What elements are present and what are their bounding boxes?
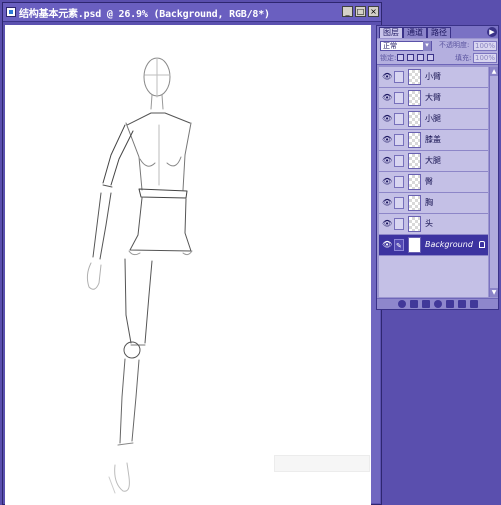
eye-icon[interactable]: 👁 [382,136,392,144]
link-slot[interactable] [394,155,404,167]
maximize-button[interactable]: □ [355,6,366,17]
layer-list: 👁 小臂 👁 大臂 👁 小腿 👁 膝盖 👁 大腿 👁 臀 👁 胸 👁 头 👁 ✎… [379,67,488,297]
palette-bottom-bar [377,298,498,309]
opacity-label: 不透明度: [439,41,470,49]
lock-transparency-icon[interactable] [397,54,404,61]
link-slot[interactable] [394,113,404,125]
layer-thumbnail [408,153,421,169]
layer-thumbnail [408,195,421,211]
lock-label: 锁定: [380,54,397,62]
layer-thumbnail [408,69,421,85]
opacity-field[interactable]: 100% [473,41,497,51]
minimize-button[interactable]: _ [342,6,353,17]
figure-sketch [86,57,193,494]
layer-row[interactable]: 👁 大腿 [379,151,488,172]
eye-icon[interactable]: 👁 [382,115,392,123]
lock-icon [479,241,485,248]
layer-row-background[interactable]: 👁 ✎ Background [379,235,488,256]
fill-field[interactable]: 100% [473,53,497,63]
lock-position-icon[interactable] [417,54,424,61]
close-button[interactable]: × [368,6,379,17]
layer-name: 臀 [425,177,433,186]
eye-icon[interactable]: 👁 [382,94,392,102]
link-slot[interactable] [394,92,404,104]
layer-thumbnail [408,132,421,148]
trash-icon[interactable] [469,300,478,308]
link-slot[interactable] [394,71,404,83]
layer-thumbnail [408,90,421,106]
palette-menu-icon[interactable]: ▶ [487,27,497,37]
layer-name: 膝盖 [425,135,441,144]
layer-name: Background [425,240,473,249]
eye-icon[interactable]: 👁 [382,157,392,165]
tab-layers[interactable]: 图层 [379,27,403,38]
adjustment-layer-icon[interactable] [433,300,442,308]
layer-name: 头 [425,219,433,228]
eye-icon[interactable]: 👁 [382,73,392,81]
watermark [274,455,370,472]
sketch-lines [86,57,193,494]
link-slot[interactable]: ✎ [394,239,404,251]
eye-icon[interactable]: 👁 [382,178,392,186]
blend-mode-select[interactable]: 正常 [380,41,432,51]
tab-paths[interactable]: 路径 [427,27,451,38]
scroll-up-icon[interactable]: ▲ [490,67,498,76]
new-group-icon[interactable] [445,300,454,308]
layers-scrollbar[interactable]: ▲ ▼ [489,67,498,297]
layer-thumbnail [408,216,421,232]
layer-options: 正常 不透明度: 100% 锁定: 填充: 100% [377,39,498,65]
layer-row[interactable]: 👁 小臂 [379,67,488,88]
document-titlebar[interactable]: 结构基本元素.psd @ 26.9% (Background, RGB/8*) … [3,3,381,22]
layer-name: 小腿 [425,114,441,123]
layer-name: 胸 [425,198,433,207]
eye-icon[interactable]: 👁 [382,241,392,249]
document-window: 结构基本元素.psd @ 26.9% (Background, RGB/8*) … [2,2,382,505]
layer-row[interactable]: 👁 小腿 [379,109,488,130]
layer-row[interactable]: 👁 臀 [379,172,488,193]
eye-icon[interactable]: 👁 [382,199,392,207]
brush-icon: ✎ [396,242,402,250]
link-slot[interactable] [394,197,404,209]
layer-name: 大腿 [425,156,441,165]
link-slot[interactable] [394,134,404,146]
layer-row[interactable]: 👁 大臂 [379,88,488,109]
fill-label: 填充: [455,54,472,62]
layer-name: 大臂 [425,93,441,102]
layer-mask-icon[interactable] [421,300,430,308]
new-layer-icon[interactable] [457,300,466,308]
link-layers-icon[interactable] [397,300,406,308]
scroll-down-icon[interactable]: ▼ [490,288,498,297]
layer-name: 小臂 [425,72,441,81]
layer-row[interactable]: 👁 胸 [379,193,488,214]
link-slot[interactable] [394,218,404,230]
lock-pixels-icon[interactable] [407,54,414,61]
palette-tabbar: 图层 通道 路径 ▶ [377,26,498,38]
layer-thumbnail [408,111,421,127]
layer-thumbnail [408,237,421,253]
layer-row[interactable]: 👁 膝盖 [379,130,488,151]
layer-thumbnail [408,174,421,190]
eye-icon[interactable]: 👁 [382,220,392,228]
layer-row[interactable]: 👁 头 [379,214,488,235]
layers-palette: 图层 通道 路径 ▶ 正常 不透明度: 100% 锁定: 填充: 100% 👁 … [376,25,499,310]
tab-channels[interactable]: 通道 [403,27,427,38]
image-canvas[interactable] [5,25,371,505]
lock-all-icon[interactable] [427,54,434,61]
document-icon [6,7,16,17]
layer-style-icon[interactable] [409,300,418,308]
link-slot[interactable] [394,176,404,188]
document-title: 结构基本元素.psd @ 26.9% (Background, RGB/8*) [19,8,270,20]
